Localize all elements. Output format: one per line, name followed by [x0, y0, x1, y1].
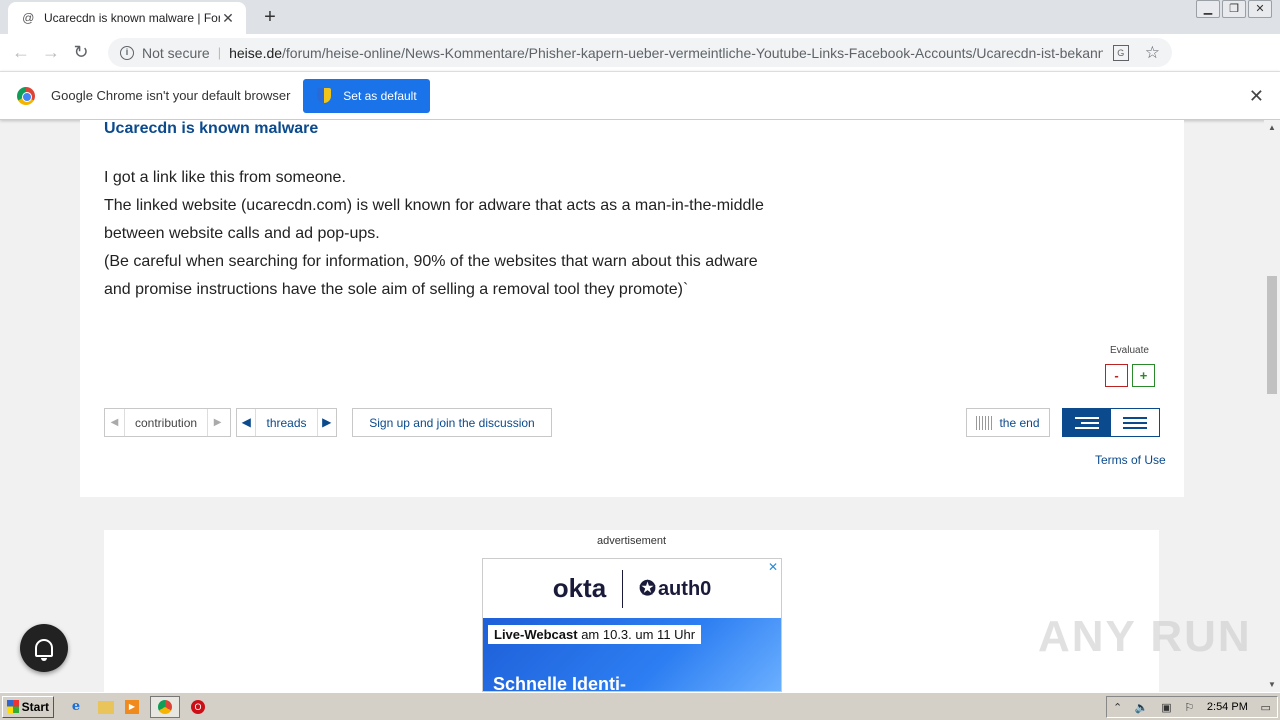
star-icon[interactable]: ☆	[1145, 43, 1160, 63]
url-path: /forum/heise-online/News-Kommentare/Phis…	[282, 44, 1103, 61]
ie-icon[interactable]: e	[65, 697, 87, 717]
prev-contribution-icon[interactable]: ◀	[105, 409, 125, 436]
start-label: Start	[21, 699, 49, 714]
ad-headline: Schnelle Identi-	[493, 674, 627, 692]
tab-strip: @ Ucarecdn is known malware | Forum ✕ + …	[0, 0, 1280, 34]
set-default-label: Set as default	[343, 88, 417, 103]
page-scrollbar[interactable]: ▲ ▼	[1264, 120, 1280, 692]
ad-banner[interactable]: okta ✪ auth0 ✕ Live-Webcast am 10.3. um 1…	[482, 558, 782, 692]
auth0-logo: ✪ auth0	[639, 578, 712, 600]
window-controls: ▁ ❐ ✕	[1196, 0, 1272, 18]
system-tray: ⌃ 🔈 ▣ ⚐ 2:54 PM ▭	[1106, 696, 1278, 718]
post-line: I got a link like this from someone.	[104, 169, 346, 186]
windows-logo-icon	[7, 700, 19, 713]
terms-link[interactable]: Terms of Use	[1095, 453, 1166, 467]
the-end-button[interactable]: the end	[966, 408, 1050, 437]
bars-icon	[976, 415, 993, 430]
ad-close-icon[interactable]: ✕	[768, 560, 778, 574]
security-label: Not secure	[142, 44, 210, 61]
forward-arrow-icon[interactable]: →	[36, 42, 66, 63]
shield-icon	[317, 88, 332, 103]
next-thread-icon[interactable]: ▶	[316, 409, 336, 436]
ad-block: advertisement okta ✪ auth0 ✕ Live-Webcast…	[104, 530, 1159, 692]
url-host: heise.de	[229, 44, 283, 61]
set-default-button[interactable]: Set as default	[303, 78, 431, 113]
flag-icon[interactable]: ⚐	[1184, 701, 1194, 714]
signup-button[interactable]: Sign up and join the discussion	[352, 408, 552, 437]
media-player-icon[interactable]: ▶	[125, 699, 139, 714]
scroll-up-icon[interactable]: ▲	[1268, 123, 1276, 132]
evaluate-label: Evaluate	[1110, 345, 1149, 356]
favicon-icon: @	[22, 11, 35, 25]
opera-icon[interactable]: O	[191, 699, 205, 714]
notification-bell-button[interactable]	[20, 624, 68, 672]
reload-icon[interactable]: ↻	[66, 42, 96, 63]
volume-icon[interactable]: 🔈	[1135, 701, 1149, 714]
ad-image: Live-Webcast am 10.3. um 11 Uhr Schnelle…	[483, 618, 781, 692]
close-window-icon[interactable]: ✕	[1248, 0, 1272, 18]
start-button[interactable]: Start	[2, 695, 54, 718]
browser-tab[interactable]: @ Ucarecdn is known malware | Forum ✕	[8, 2, 246, 34]
the-end-label: the end	[999, 415, 1040, 430]
network-icon[interactable]: ▣	[1161, 701, 1171, 714]
vote-down-button[interactable]: -	[1105, 364, 1128, 387]
next-contribution-icon[interactable]: ▶	[207, 409, 227, 436]
vote-up-button[interactable]: +	[1132, 364, 1155, 387]
ad-label: advertisement	[596, 535, 667, 547]
show-desktop-icon[interactable]: ▭	[1261, 701, 1271, 714]
chrome-logo-icon	[17, 86, 35, 105]
post-line: and promise instructions have the sole a…	[104, 281, 689, 298]
taskbar: Start e ▶ O ⌃ 🔈 ▣ ⚐ 2:54 PM ▭	[0, 692, 1280, 720]
threaded-view-button[interactable]	[1063, 409, 1111, 436]
okta-logo: okta	[552, 573, 607, 603]
post-line: (Be careful when searching for informati…	[104, 253, 758, 270]
post-line: between website calls and ad pop-ups.	[104, 225, 380, 242]
ad-logos: okta ✪ auth0	[483, 559, 781, 618]
infobar-message: Google Chrome isn't your default browser	[51, 88, 291, 103]
info-icon[interactable]: i	[120, 45, 134, 60]
chrome-taskbar-icon[interactable]	[150, 695, 180, 718]
address-bar[interactable]: i Not secure | heise.de/forum/heise-onli…	[108, 38, 1172, 67]
tab-close-icon[interactable]: ✕	[220, 10, 236, 27]
back-arrow-icon[interactable]: ←	[6, 42, 36, 63]
translate-icon[interactable]: G	[1112, 44, 1129, 61]
folder-icon[interactable]	[98, 701, 114, 714]
clock: 2:54 PM	[1206, 701, 1248, 713]
scroll-thumb[interactable]	[1267, 276, 1277, 394]
default-browser-infobar: Google Chrome isn't your default browser…	[0, 71, 1280, 120]
view-toggle	[1062, 408, 1160, 437]
new-tab-button[interactable]: +	[258, 6, 282, 30]
prev-thread-icon[interactable]: ◀	[237, 409, 257, 436]
contribution-nav: ◀ contribution ▶	[104, 408, 231, 437]
contribution-label: contribution	[135, 415, 198, 430]
threads-nav: ◀ threads ▶	[236, 408, 337, 437]
post-title: Ucarecdn is known malware	[104, 120, 319, 137]
tab-title: Ucarecdn is known malware | Forum	[44, 11, 220, 25]
url-text[interactable]: heise.de/forum/heise-online/News-Komment…	[229, 45, 1103, 61]
infobar-close-icon[interactable]: ✕	[1249, 86, 1264, 107]
restore-icon[interactable]: ❐	[1222, 0, 1246, 18]
post-card: Ucarecdn is known malware I got a link l…	[80, 120, 1184, 497]
post-line: The linked website (ucarecdn.com) is wel…	[104, 197, 764, 214]
omnibox-separator: |	[217, 45, 222, 60]
webcast-label: Live-Webcast am 10.3. um 11 Uhr	[488, 625, 702, 644]
scroll-down-icon[interactable]: ▼	[1268, 680, 1276, 689]
minimize-icon[interactable]: ▁	[1196, 0, 1220, 18]
flat-view-button[interactable]	[1111, 409, 1159, 436]
threads-label: threads	[266, 415, 307, 430]
anyrun-watermark: ANY RUN	[1038, 612, 1252, 661]
tray-expand-icon[interactable]: ⌃	[1113, 701, 1122, 714]
browser-toolbar: ← → ↻ i Not secure | heise.de/forum/heis…	[0, 34, 1280, 96]
post-body: I got a link like this from someone. The…	[104, 164, 844, 304]
bell-icon	[35, 639, 53, 661]
